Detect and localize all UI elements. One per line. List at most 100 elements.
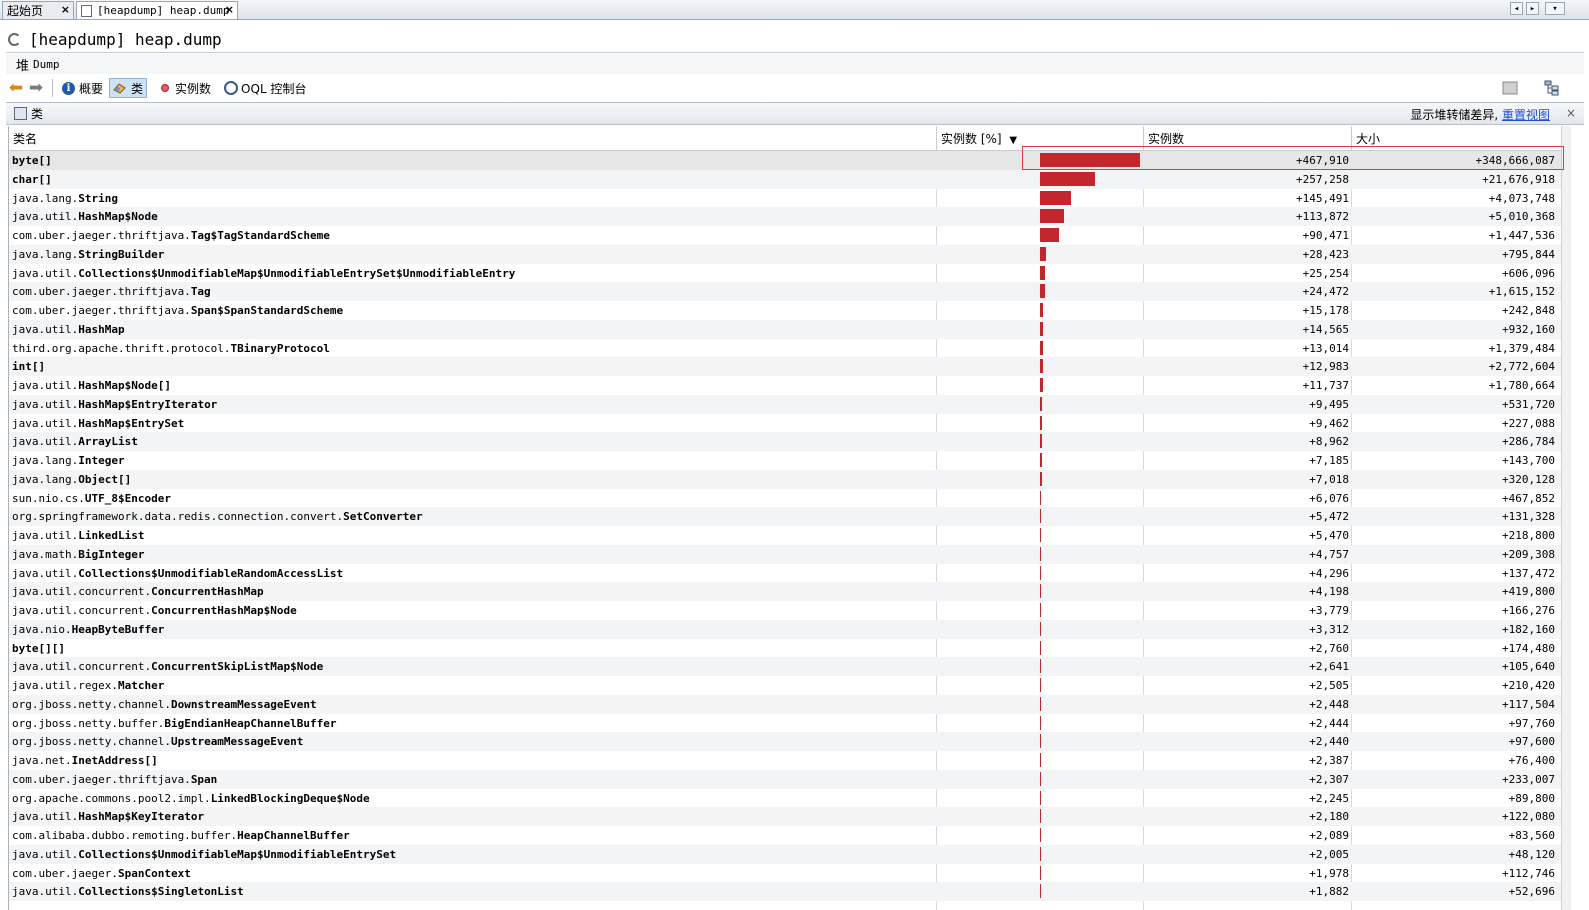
class-simple-name: BigEndianHeapChannelBuffer bbox=[164, 716, 337, 730]
table-row[interactable]: byte[][] +2,760 +174,480 bbox=[9, 639, 1561, 658]
table-row[interactable]: com.uber.jaeger.thriftjava.Span$SpanStan… bbox=[9, 301, 1561, 320]
table-row[interactable]: java.util.LinkedList +5,470 +218,800 bbox=[9, 526, 1561, 545]
table-row[interactable]: org.apache.commons.pool2.impl.LinkedBloc… bbox=[9, 789, 1561, 808]
instance-count-cell: +113,872 bbox=[1296, 210, 1349, 224]
table-row[interactable]: com.uber.jaeger.thriftjava.Tag$TagStanda… bbox=[9, 226, 1561, 245]
tab-close-icon[interactable]: × bbox=[61, 3, 70, 16]
classes-button[interactable]: 类 bbox=[109, 78, 148, 98]
tab-list-icon[interactable]: ▾ bbox=[1545, 2, 1565, 15]
instances-button[interactable]: 实例数 bbox=[158, 78, 214, 98]
overview-button[interactable]: i 概要 bbox=[59, 78, 106, 98]
table-row[interactable]: org.jboss.netty.channel.UpstreamMessageE… bbox=[9, 732, 1561, 751]
table-row[interactable]: java.util.HashMap$Node +113,872 +5,010,368 bbox=[9, 207, 1561, 226]
diff-info: 显示堆转储差异, 重置视图 bbox=[1410, 106, 1550, 123]
size-cell: +174,480 bbox=[1502, 641, 1555, 655]
package-name: java.util. bbox=[12, 266, 79, 280]
column-header-count[interactable]: 实例数 bbox=[1144, 126, 1352, 150]
table-row[interactable]: java.util.ArrayList +8,962 +286,784 bbox=[9, 432, 1561, 451]
class-simple-name: HashMap$Node bbox=[78, 210, 158, 224]
class-simple-name: ConcurrentHashMap bbox=[151, 585, 264, 599]
table-row[interactable]: java.util.HashMap +14,565 +932,160 bbox=[9, 319, 1561, 339]
class-name-cell: java.util.concurrent.ConcurrentHashMap$N… bbox=[12, 601, 297, 620]
package-name: java.lang. bbox=[12, 247, 79, 261]
column-header-name[interactable]: 类名 bbox=[9, 126, 937, 150]
instance-count-cell: +12,983 bbox=[1302, 360, 1349, 374]
tab-close-icon[interactable]: × bbox=[225, 3, 234, 16]
scroll-right-icon[interactable]: ▸ bbox=[1526, 2, 1539, 15]
size-cell: +795,844 bbox=[1502, 247, 1555, 261]
table-row[interactable]: com.uber.jaeger.thriftjava.Span +2,307 +23… bbox=[9, 769, 1561, 789]
scroll-left-icon[interactable]: ◂ bbox=[1510, 2, 1523, 15]
snapshot-icon[interactable] bbox=[1502, 80, 1518, 96]
table-row[interactable]: java.util.regex.Matcher +2,505 +210,420 bbox=[9, 676, 1561, 695]
table-row[interactable]: java.net.InetAddress[] +2,387 +76,400 bbox=[9, 751, 1561, 770]
tab-heapdump[interactable]: [heapdump] heap.dump × bbox=[76, 1, 238, 19]
table-row[interactable]: java.util.HashMap$EntrySet +9,462 +227,088 bbox=[9, 414, 1561, 433]
forward-arrow-icon[interactable]: ➡ bbox=[26, 78, 46, 98]
table-row[interactable]: sun.nio.cs.UTF_8$Encoder +6,076 +467,852 bbox=[9, 489, 1561, 508]
table-row[interactable]: java.math.BigInteger +4,757 +209,308 bbox=[9, 544, 1561, 564]
divider bbox=[6, 52, 1584, 53]
table-row[interactable]: org.jboss.netty.buffer.BigEndianHeapChan… bbox=[9, 714, 1561, 733]
table-row[interactable]: java.nio.HeapByteBuffer +3,312 +182,160 bbox=[9, 619, 1561, 639]
table-row[interactable]: java.util.concurrent.ConcurrentHashMap +4… bbox=[9, 582, 1561, 601]
package-name: java.lang. bbox=[12, 191, 79, 205]
class-simple-name: UTF_8$Encoder bbox=[84, 491, 171, 505]
instance-percent-bar bbox=[1040, 396, 1042, 411]
table-row[interactable]: java.util.HashMap$Node[] +11,737 +1,780,66… bbox=[9, 376, 1561, 395]
loading-icon bbox=[8, 32, 21, 46]
table-row[interactable]: java.util.HashMap$KeyIterator +2,180 +122,… bbox=[9, 807, 1561, 826]
size-cell: +131,328 bbox=[1502, 510, 1555, 524]
heap-dump-bar: 堆 Dump bbox=[6, 54, 1584, 74]
oql-console-button[interactable]: OQL 控制台 bbox=[221, 78, 309, 98]
package-name: java.util. bbox=[12, 529, 79, 542]
table-row[interactable]: java.util.Collections$UnmodifiableMap$Un… bbox=[9, 844, 1561, 864]
table-row[interactable]: java.util.HashMap$EntryIterator +9,495 +53… bbox=[9, 394, 1561, 414]
table-row[interactable]: third.org.apache.thrift.protocol.TBinary… bbox=[9, 339, 1561, 358]
instance-count-cell: +13,014 bbox=[1302, 341, 1349, 355]
vertical-scrollbar[interactable] bbox=[1561, 126, 1571, 910]
table-row[interactable]: char[] +257,258 +21,676,918 bbox=[9, 169, 1561, 189]
table-row[interactable]: java.lang.String +145,491 +4,073,748 bbox=[9, 189, 1561, 208]
column-header-percent[interactable]: 实例数 [%] ▼ bbox=[937, 126, 1144, 150]
table-row[interactable]: java.util.Collections$UnmodifiableRandom… bbox=[9, 564, 1561, 583]
editor-tab-bar: 起始页 × [heapdump] heap.dump × ◂ ▸ ▾ bbox=[0, 0, 1589, 20]
table-row[interactable]: com.alibaba.dubbo.remoting.buffer.HeapCh… bbox=[9, 826, 1561, 845]
package-name: org.springframework.data.redis.connectio… bbox=[12, 510, 344, 524]
instance-percent-bar bbox=[1040, 453, 1042, 467]
size-cell: +320,128 bbox=[1502, 472, 1555, 486]
class-simple-name: Collections$UnmodifiableMap$Unmodifiable… bbox=[78, 847, 397, 861]
tree-view-icon[interactable] bbox=[1544, 80, 1560, 96]
table-row[interactable]: java.lang.Integer +7,185 +143,700 bbox=[9, 451, 1561, 470]
class-name-cell: java.util.HashMap$Node[] bbox=[12, 376, 171, 395]
package-name: java.lang. bbox=[12, 472, 79, 486]
table-row[interactable]: org.jboss.netty.channel.DownstreamMessag… bbox=[9, 694, 1561, 714]
panel-close-icon[interactable]: × bbox=[1566, 106, 1576, 120]
column-header-size[interactable]: 大小 bbox=[1352, 126, 1561, 150]
class-name-cell: java.util.Collections$UnmodifiableRandom… bbox=[12, 564, 343, 583]
class-name-cell: com.uber.jaeger.thriftjava.Tag bbox=[12, 282, 211, 301]
instance-percent-bar bbox=[1040, 640, 1041, 655]
package-name: org.jboss.netty.channel. bbox=[12, 735, 171, 749]
table-row[interactable]: byte[] +467,910 +348,666,087 bbox=[9, 151, 1561, 170]
table-row[interactable]: java.util.concurrent.ConcurrentSkipListM… bbox=[9, 657, 1561, 676]
table-row[interactable]: java.lang.Object[] +7,018 +320,128 bbox=[9, 469, 1561, 489]
back-arrow-icon[interactable]: ⬅ bbox=[6, 78, 26, 98]
table-row[interactable]: java.lang.StringBuilder +28,423 +795,844 bbox=[9, 244, 1561, 264]
table-row[interactable]: com.uber.jaeger.SpanContext +1,978 +112,74… bbox=[9, 864, 1561, 883]
table-row[interactable]: int[] +12,983 +2,772,604 bbox=[9, 357, 1561, 376]
table-row[interactable]: java.util.Collections$UnmodifiableMap$Un… bbox=[9, 264, 1561, 283]
tab-start-page[interactable]: 起始页 × bbox=[2, 1, 74, 19]
table-row[interactable]: java.util.Collections$SingletonList +1,88… bbox=[9, 882, 1561, 901]
reset-view-link[interactable]: 重置视图 bbox=[1502, 108, 1550, 122]
table-row[interactable]: com.uber.jaeger.thriftjava.Tag +24,472 +1,… bbox=[9, 282, 1561, 301]
class-name-cell: com.uber.jaeger.thriftjava.Span bbox=[12, 770, 217, 789]
instances-label: 实例数 bbox=[175, 81, 212, 96]
class-simple-name: LinkedList bbox=[78, 529, 145, 542]
size-cell: +137,472 bbox=[1502, 566, 1555, 580]
instance-count-cell: +2,505 bbox=[1309, 679, 1349, 692]
table-row[interactable]: org.springframework.data.redis.connectio… bbox=[9, 507, 1561, 526]
instance-count-cell: +2,440 bbox=[1309, 735, 1349, 749]
table-row[interactable]: java.util.concurrent.ConcurrentHashMap$N… bbox=[9, 601, 1561, 620]
instance-count-cell: +24,472 bbox=[1302, 285, 1349, 299]
